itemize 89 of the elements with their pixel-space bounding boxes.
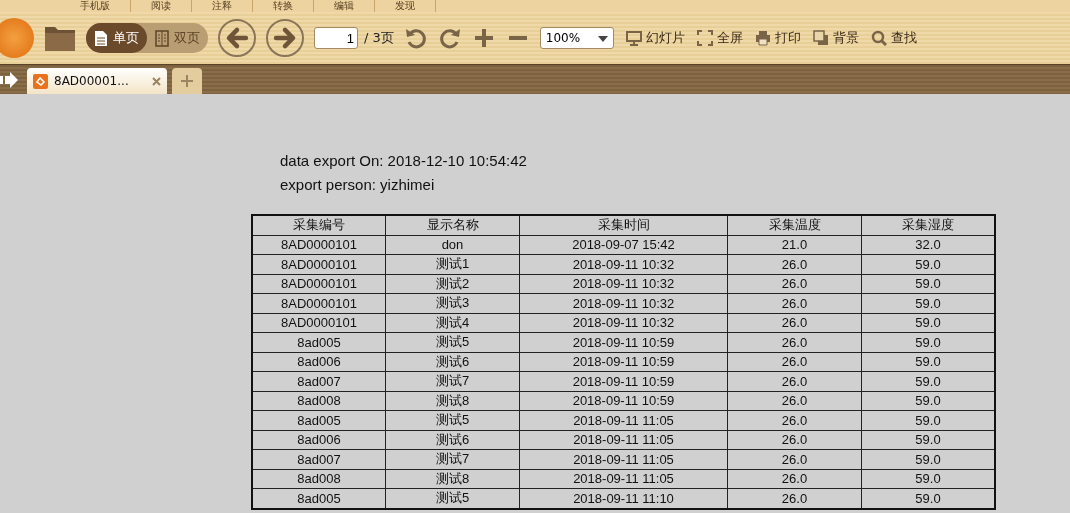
table-cell: 2018-09-11 11:05 — [519, 449, 728, 469]
table-cell: 26.0 — [727, 469, 862, 489]
table-cell: 测试2 — [385, 274, 520, 294]
table-cell: 26.0 — [727, 313, 862, 333]
previous-page-button[interactable] — [218, 19, 256, 57]
table-cell: 8AD0000101 — [252, 313, 386, 333]
table-cell: 8AD0000101 — [252, 235, 386, 255]
table-cell: 2018-09-11 11:05 — [519, 469, 728, 489]
view-mode-tab[interactable]: 双页 — [147, 23, 208, 53]
table-cell: 8ad005 — [252, 332, 386, 352]
column-header: 采集编号 — [252, 215, 386, 235]
print-button[interactable]: 打印 — [752, 29, 803, 47]
view-mode-tab[interactable]: 单页 — [86, 23, 147, 53]
background-button[interactable]: 背景 — [810, 29, 861, 47]
table-cell: 2018-09-11 10:59 — [519, 391, 728, 411]
table-cell: 2018-09-11 10:32 — [519, 293, 728, 313]
app-logo[interactable] — [0, 18, 34, 58]
new-tab-button[interactable] — [172, 68, 202, 94]
table-cell: 26.0 — [727, 352, 862, 372]
table-cell: 2018-09-11 11:05 — [519, 430, 728, 450]
table-cell: 测试4 — [385, 313, 520, 333]
table-cell: don — [385, 235, 520, 255]
double-page-icon — [155, 29, 169, 47]
table-cell: 8ad008 — [252, 469, 386, 489]
table-cell: 2018-09-11 11:05 — [519, 410, 728, 430]
next-page-button[interactable] — [266, 19, 304, 57]
table-cell: 8ad007 — [252, 449, 386, 469]
table-cell: 8AD0000101 — [252, 274, 386, 294]
table-cell: 测试6 — [385, 352, 520, 372]
table-cell: 26.0 — [727, 449, 862, 469]
table-cell: 26.0 — [727, 371, 862, 391]
column-header: 显示名称 — [385, 215, 520, 235]
export-info-text: export person: yizhimei — [280, 176, 436, 194]
file-icon — [33, 73, 48, 89]
rotate-right-icon[interactable] — [437, 26, 462, 50]
table-cell: 测试1 — [385, 254, 520, 274]
fullscreen-icon — [696, 30, 713, 46]
table-cell: 8AD0000101 — [252, 293, 386, 313]
table-cell: 测试7 — [385, 371, 520, 391]
table-cell: 26.0 — [727, 430, 862, 450]
table-cell: 2018-09-11 10:32 — [519, 254, 728, 274]
table-cell: 2018-09-07 15:42 — [519, 235, 728, 255]
fullscreen-button[interactable]: 全屏 — [694, 29, 745, 47]
table-cell: 测试8 — [385, 391, 520, 411]
table-cell: 8ad005 — [252, 410, 386, 430]
folder-icon[interactable] — [44, 24, 76, 52]
single-page-icon — [94, 29, 108, 47]
sidebar-toggle-icon[interactable] — [0, 71, 18, 88]
layers-icon — [812, 30, 829, 46]
table-cell: 测试7 — [385, 449, 520, 469]
table-cell: 26.0 — [727, 332, 862, 352]
printer-icon — [754, 30, 771, 46]
table-cell: 26.0 — [727, 274, 862, 294]
search-button[interactable]: 查找 — [868, 29, 919, 47]
column-header: 采集温度 — [727, 215, 862, 235]
table-cell: 8AD0000101 — [252, 254, 386, 274]
column-header: 采集时间 — [519, 215, 728, 235]
export-info-text: data export On: 2018-12-10 10:54:42 — [280, 152, 528, 170]
table-cell: 8ad007 — [252, 371, 386, 391]
presentation-icon — [625, 30, 642, 46]
caret-icon — [597, 36, 608, 42]
table-cell: 8ad006 — [252, 352, 386, 372]
search-icon — [870, 30, 887, 46]
close-icon — [152, 76, 161, 86]
rotate-left-icon[interactable] — [403, 26, 428, 50]
slides-button[interactable]: 幻灯片 — [623, 29, 687, 47]
table-cell: 测试5 — [385, 332, 520, 352]
table-cell: 测试6 — [385, 430, 520, 450]
table-cell: 26.0 — [727, 410, 862, 430]
table-cell: 21.0 — [727, 235, 862, 255]
page-count: / 3页 — [364, 29, 394, 47]
table-cell: 26.0 — [727, 391, 862, 411]
table-cell: 2018-09-11 10:59 — [519, 371, 728, 391]
table-cell: 8ad008 — [252, 391, 386, 411]
table-cell: 2018-09-11 10:32 — [519, 274, 728, 294]
table-cell: 2018-09-11 10:32 — [519, 313, 728, 333]
column-header: 采集湿度 — [861, 215, 995, 235]
table-cell: 测试3 — [385, 293, 520, 313]
table-cell: 测试5 — [385, 410, 520, 430]
table-cell: 26.0 — [727, 293, 862, 313]
table-cell: 2018-09-11 10:59 — [519, 352, 728, 372]
zoom-dropdown[interactable]: 100% — [539, 27, 614, 49]
table-cell: 26.0 — [727, 254, 862, 274]
table-cell: 测试8 — [385, 469, 520, 489]
document-tab[interactable]: 8AD00001... — [27, 68, 167, 94]
page-number-field[interactable]: 1 — [314, 27, 358, 49]
table-cell: 8ad006 — [252, 430, 386, 450]
plus-icon — [181, 75, 193, 87]
table-cell: 2018-09-11 10:59 — [519, 332, 728, 352]
